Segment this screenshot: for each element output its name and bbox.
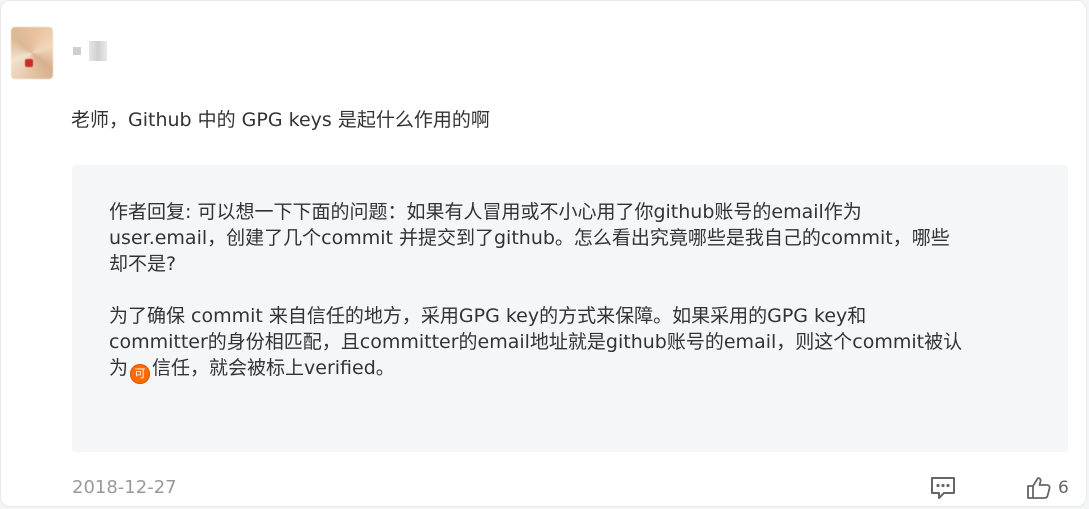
reply-line: 作者回复: 可以想一下下面的问题：如果有人冒用或不小心用了你github账号的e… — [109, 201, 862, 223]
author-reply-text: 作者回复: 可以想一下下面的问题：如果有人冒用或不小心用了你github账号的e… — [109, 199, 1049, 384]
comment-icon — [931, 477, 955, 499]
username-blur-block — [89, 41, 107, 61]
thumbs-up-icon — [1027, 477, 1051, 499]
comment-date: 2018-12-27 — [72, 477, 177, 498]
reply-button[interactable] — [929, 475, 957, 501]
reply-line: 却不是? — [109, 253, 177, 275]
avatar[interactable] — [11, 27, 53, 79]
reply-line: 为了确保 commit 来自信任的地方，采用GPG key的方式来保障。如果采用… — [109, 305, 867, 327]
like-count: 6 — [1058, 478, 1069, 498]
comment-card: 老师，Github 中的 GPG keys 是起什么作用的啊 作者回复: 可以想… — [0, 0, 1087, 507]
reply-line: user.email，创建了几个commit 并提交到了github。怎么看出究… — [109, 227, 950, 249]
comment-text: 老师，Github 中的 GPG keys 是起什么作用的啊 — [71, 109, 490, 131]
author-reply-box: 作者回复: 可以想一下下面的问题：如果有人冒用或不小心用了你github账号的e… — [72, 165, 1068, 452]
reply-line: committer的身份相匹配，且committer的email地址就是gith… — [109, 331, 963, 353]
username-blur-block — [73, 47, 81, 55]
orange-badge-icon: 可 — [130, 364, 151, 384]
username-blurred[interactable] — [73, 41, 107, 61]
reply-line: 为可信任，就会被标上verified。 — [109, 355, 1049, 384]
reply-line-end: 信任，就会被标上verified。 — [152, 357, 395, 379]
like-button[interactable]: 6 — [1026, 475, 1069, 501]
reply-line-start: 为 — [109, 357, 129, 379]
